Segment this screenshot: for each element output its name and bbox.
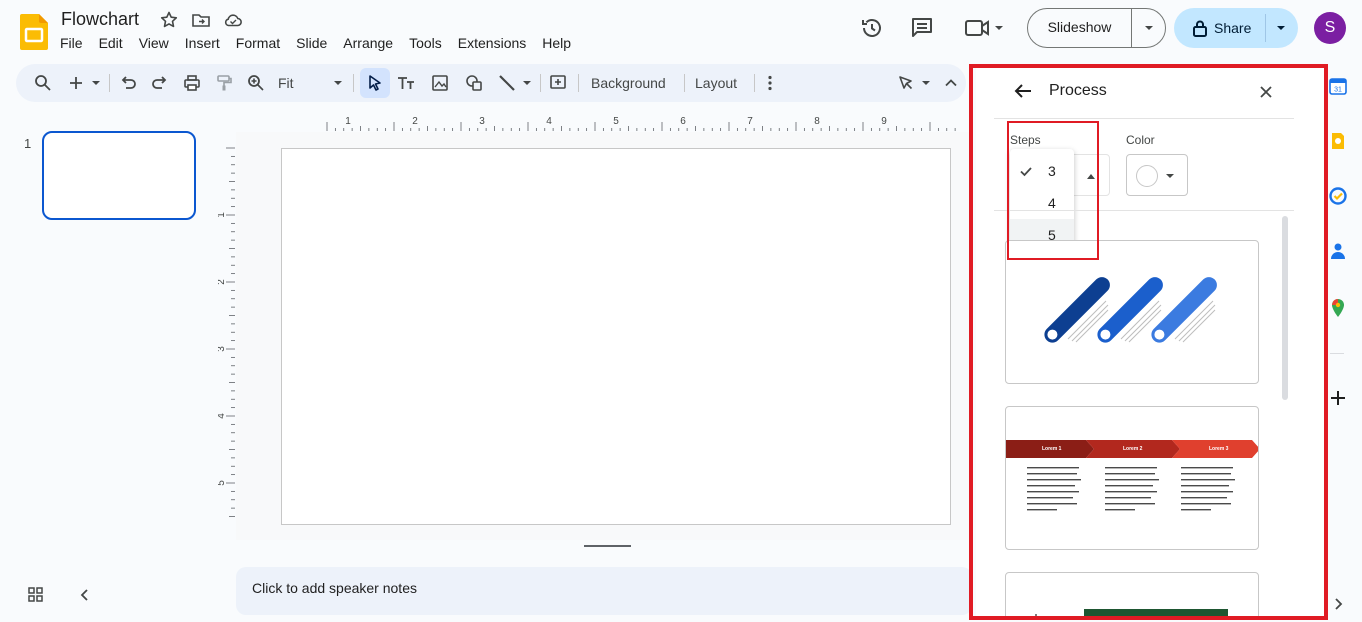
avatar[interactable]: S [1314,12,1346,44]
ruler-label: 5 [218,480,227,486]
undo-icon[interactable] [118,73,138,93]
paint-format-icon[interactable] [214,73,234,93]
plus-dropdown-icon[interactable] [90,73,102,93]
star-icon[interactable] [159,10,179,30]
menu-slide[interactable]: Slide [288,35,335,55]
notes-resize-handle[interactable] [584,545,631,547]
zoom-icon[interactable] [246,73,266,93]
zoom-select[interactable]: Fit [278,75,294,91]
video-call-icon[interactable] [962,14,1006,42]
more-icon[interactable] [760,73,780,93]
vertical-ruler: 1 2 3 4 5 [218,147,235,517]
history-icon[interactable] [858,14,886,42]
menu-tools[interactable]: Tools [401,35,450,55]
ruler-label: 2 [218,279,227,285]
chevron-left-icon[interactable] [76,586,94,604]
highlight-frame-steps [1007,121,1099,260]
slideshow-dropdown-icon[interactable] [1142,21,1156,35]
toolbar-divider [109,74,110,92]
line-dropdown-icon[interactable] [521,73,533,93]
ruler-label: 4 [218,413,227,419]
share-dropdown-icon[interactable] [1274,21,1288,35]
calendar-icon[interactable]: 31 [1328,76,1348,96]
grid-view-icon[interactable] [27,586,45,604]
ruler-label: 2 [412,116,418,127]
keep-icon[interactable] [1328,131,1348,151]
image-icon[interactable] [430,73,450,93]
pen-dropdown-icon[interactable] [920,73,932,93]
select-icon[interactable] [365,73,385,93]
slides-logo[interactable] [20,14,48,50]
ruler-label: 9 [881,116,887,127]
ruler-label: 8 [814,116,820,127]
collapse-icon[interactable] [941,73,961,93]
lock-icon [1193,20,1207,37]
menu-arrange[interactable]: Arrange [335,35,401,55]
ruler-label: 1 [218,212,227,218]
contacts-icon[interactable] [1328,241,1348,261]
menu-help[interactable]: Help [534,35,579,55]
move-folder-icon[interactable] [191,10,211,30]
redo-icon[interactable] [150,73,170,93]
slideshow-label[interactable]: Slideshow [1028,8,1132,48]
svg-text:31: 31 [1334,87,1342,94]
search-icon[interactable] [33,73,53,93]
add-icon[interactable] [1328,388,1348,408]
ruler-label: 3 [479,116,485,127]
slide-canvas[interactable] [281,148,951,525]
slide-number: 1 [24,136,32,151]
app-header: Flowchart File Edit View Insert Format S… [0,0,1362,62]
plus-icon[interactable] [66,73,86,93]
add-comment-icon[interactable] [548,73,568,93]
toolbar-divider [684,74,685,92]
ruler-label: 7 [747,116,753,127]
share-divider [1265,14,1266,42]
menu-extensions[interactable]: Extensions [450,35,534,55]
menu-bar: File Edit View Insert Format Slide Arran… [52,35,579,55]
slideshow-button[interactable]: Slideshow [1027,8,1166,48]
document-title[interactable]: Flowchart [61,9,139,30]
text-box-icon[interactable] [396,73,416,93]
share-label[interactable]: Share [1214,20,1251,36]
horizontal-ruler: 1 2 3 4 5 6 7 8 9 [326,116,956,131]
share-button[interactable]: Share [1174,8,1298,48]
line-icon[interactable] [497,73,517,93]
toolbar-divider [754,74,755,92]
ruler-label: 5 [613,116,619,127]
maps-icon[interactable] [1328,298,1348,318]
comment-icon[interactable] [908,14,936,42]
toolbar-divider [353,74,354,92]
layout-button[interactable]: Layout [695,75,737,91]
slide-thumbnail[interactable] [42,131,196,220]
cloud-icon[interactable] [223,10,243,30]
toolbar: Fit Background Layout [16,64,966,102]
pen-icon[interactable] [896,73,916,93]
menu-view[interactable]: View [131,35,177,55]
menu-insert[interactable]: Insert [177,35,228,55]
shape-icon[interactable] [464,73,484,93]
speaker-notes-placeholder[interactable]: Click to add speaker notes [252,580,417,596]
ruler-label: 3 [218,346,227,352]
tasks-icon[interactable] [1328,186,1348,206]
ruler-label: 1 [345,116,351,127]
ruler-label: 6 [680,116,686,127]
ruler-label: 4 [546,116,552,127]
toolbar-divider [540,74,541,92]
print-icon[interactable] [182,73,202,93]
speaker-notes[interactable]: Click to add speaker notes [236,567,972,615]
background-button[interactable]: Background [591,75,666,91]
chevron-right-icon[interactable] [1328,594,1348,614]
menu-file[interactable]: File [52,35,91,55]
rail-divider [1330,353,1344,354]
menu-format[interactable]: Format [228,35,288,55]
toolbar-divider [578,74,579,92]
menu-edit[interactable]: Edit [91,35,131,55]
zoom-dropdown-icon[interactable] [332,73,344,93]
